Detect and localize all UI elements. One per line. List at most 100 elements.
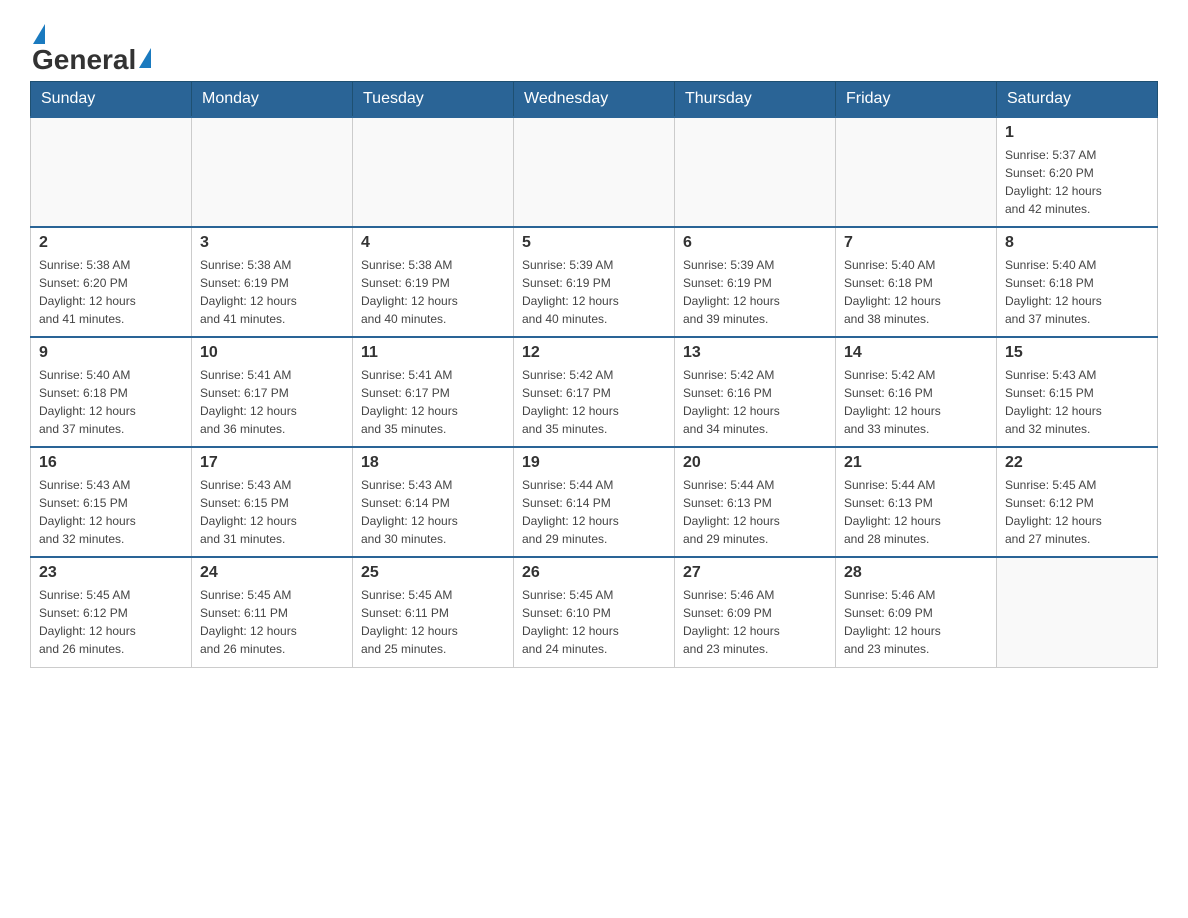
cell-w3-d2: 10 Sunrise: 5:41 AM Sunset: 6:17 PM Dayli… [192, 337, 353, 447]
day-info: Sunrise: 5:42 AM Sunset: 6:16 PM Dayligh… [844, 366, 988, 438]
day-info: Sunrise: 5:42 AM Sunset: 6:17 PM Dayligh… [522, 366, 666, 438]
day-info: Sunrise: 5:44 AM Sunset: 6:13 PM Dayligh… [844, 476, 988, 548]
day-info: Sunrise: 5:43 AM Sunset: 6:15 PM Dayligh… [39, 476, 183, 548]
logo-triangle-icon [33, 24, 45, 44]
cell-w5-d2: 24 Sunrise: 5:45 AM Sunset: 6:11 PM Dayli… [192, 557, 353, 667]
header-wednesday: Wednesday [514, 82, 675, 118]
day-info: Sunrise: 5:40 AM Sunset: 6:18 PM Dayligh… [844, 256, 988, 328]
day-number: 13 [683, 344, 827, 362]
day-number: 10 [200, 344, 344, 362]
cell-w3-d7: 15 Sunrise: 5:43 AM Sunset: 6:15 PM Dayli… [997, 337, 1158, 447]
day-info: Sunrise: 5:44 AM Sunset: 6:14 PM Dayligh… [522, 476, 666, 548]
cell-w5-d1: 23 Sunrise: 5:45 AM Sunset: 6:12 PM Dayli… [31, 557, 192, 667]
day-info: Sunrise: 5:40 AM Sunset: 6:18 PM Dayligh… [39, 366, 183, 438]
day-number: 26 [522, 564, 666, 582]
header-friday: Friday [836, 82, 997, 118]
cell-w2-d7: 8 Sunrise: 5:40 AM Sunset: 6:18 PM Daylig… [997, 227, 1158, 337]
logo: General [30, 20, 151, 71]
cell-w1-d1 [31, 117, 192, 227]
day-number: 17 [200, 454, 344, 472]
day-number: 7 [844, 234, 988, 252]
day-number: 3 [200, 234, 344, 252]
cell-w4-d5: 20 Sunrise: 5:44 AM Sunset: 6:13 PM Dayli… [675, 447, 836, 557]
cell-w1-d6 [836, 117, 997, 227]
day-number: 14 [844, 344, 988, 362]
day-number: 12 [522, 344, 666, 362]
cell-w4-d1: 16 Sunrise: 5:43 AM Sunset: 6:15 PM Dayli… [31, 447, 192, 557]
header-monday: Monday [192, 82, 353, 118]
day-info: Sunrise: 5:44 AM Sunset: 6:13 PM Dayligh… [683, 476, 827, 548]
cell-w5-d7 [997, 557, 1158, 667]
day-number: 20 [683, 454, 827, 472]
day-info: Sunrise: 5:45 AM Sunset: 6:12 PM Dayligh… [39, 586, 183, 658]
cell-w3-d1: 9Sunrise: 5:40 AM Sunset: 6:18 PM Daylig… [31, 337, 192, 447]
header-tuesday: Tuesday [353, 82, 514, 118]
page-header: General [30, 20, 1158, 71]
cell-w4-d4: 19 Sunrise: 5:44 AM Sunset: 6:14 PM Dayli… [514, 447, 675, 557]
cell-w3-d4: 12 Sunrise: 5:42 AM Sunset: 6:17 PM Dayli… [514, 337, 675, 447]
cell-w2-d5: 6 Sunrise: 5:39 AM Sunset: 6:19 PM Daylig… [675, 227, 836, 337]
day-number: 8 [1005, 234, 1149, 252]
day-number: 25 [361, 564, 505, 582]
cell-w1-d7: 1 Sunrise: 5:37 AM Sunset: 6:20 PM Daylig… [997, 117, 1158, 227]
cell-w5-d3: 25 Sunrise: 5:45 AM Sunset: 6:11 PM Dayli… [353, 557, 514, 667]
day-info: Sunrise: 5:38 AM Sunset: 6:20 PM Dayligh… [39, 256, 183, 328]
day-info: Sunrise: 5:41 AM Sunset: 6:17 PM Dayligh… [200, 366, 344, 438]
day-info: Sunrise: 5:42 AM Sunset: 6:16 PM Dayligh… [683, 366, 827, 438]
day-number: 16 [39, 454, 183, 472]
week-row-2: 2 Sunrise: 5:38 AM Sunset: 6:20 PM Daylig… [31, 227, 1158, 337]
cell-w4-d6: 21 Sunrise: 5:44 AM Sunset: 6:13 PM Dayli… [836, 447, 997, 557]
cell-w3-d5: 13 Sunrise: 5:42 AM Sunset: 6:16 PM Dayli… [675, 337, 836, 447]
header-sunday: Sunday [31, 82, 192, 118]
day-number: 23 [39, 564, 183, 582]
day-number: 11 [361, 344, 505, 362]
week-row-3: 9Sunrise: 5:40 AM Sunset: 6:18 PM Daylig… [31, 337, 1158, 447]
logo-arrow-icon [139, 48, 151, 68]
day-info: Sunrise: 5:39 AM Sunset: 6:19 PM Dayligh… [522, 256, 666, 328]
cell-w3-d6: 14 Sunrise: 5:42 AM Sunset: 6:16 PM Dayli… [836, 337, 997, 447]
cell-w2-d6: 7 Sunrise: 5:40 AM Sunset: 6:18 PM Daylig… [836, 227, 997, 337]
cell-w5-d5: 27 Sunrise: 5:46 AM Sunset: 6:09 PM Dayli… [675, 557, 836, 667]
cell-w1-d4 [514, 117, 675, 227]
day-number: 21 [844, 454, 988, 472]
day-info: Sunrise: 5:45 AM Sunset: 6:10 PM Dayligh… [522, 586, 666, 658]
day-info: Sunrise: 5:39 AM Sunset: 6:19 PM Dayligh… [683, 256, 827, 328]
day-number: 6 [683, 234, 827, 252]
day-number: 19 [522, 454, 666, 472]
day-info: Sunrise: 5:43 AM Sunset: 6:14 PM Dayligh… [361, 476, 505, 548]
day-number: 28 [844, 564, 988, 582]
day-number: 24 [200, 564, 344, 582]
cell-w3-d3: 11 Sunrise: 5:41 AM Sunset: 6:17 PM Dayli… [353, 337, 514, 447]
cell-w5-d6: 28 Sunrise: 5:46 AM Sunset: 6:09 PM Dayli… [836, 557, 997, 667]
day-info: Sunrise: 5:40 AM Sunset: 6:18 PM Dayligh… [1005, 256, 1149, 328]
cell-w4-d3: 18 Sunrise: 5:43 AM Sunset: 6:14 PM Dayli… [353, 447, 514, 557]
cell-w5-d4: 26 Sunrise: 5:45 AM Sunset: 6:10 PM Dayli… [514, 557, 675, 667]
day-info: Sunrise: 5:43 AM Sunset: 6:15 PM Dayligh… [1005, 366, 1149, 438]
day-info: Sunrise: 5:37 AM Sunset: 6:20 PM Dayligh… [1005, 146, 1149, 218]
day-info: Sunrise: 5:38 AM Sunset: 6:19 PM Dayligh… [361, 256, 505, 328]
calendar-table: SundayMondayTuesdayWednesdayThursdayFrid… [30, 81, 1158, 668]
cell-w4-d2: 17 Sunrise: 5:43 AM Sunset: 6:15 PM Dayli… [192, 447, 353, 557]
day-number: 15 [1005, 344, 1149, 362]
day-info: Sunrise: 5:46 AM Sunset: 6:09 PM Dayligh… [844, 586, 988, 658]
day-number: 2 [39, 234, 183, 252]
day-info: Sunrise: 5:46 AM Sunset: 6:09 PM Dayligh… [683, 586, 827, 658]
day-info: Sunrise: 5:45 AM Sunset: 6:11 PM Dayligh… [361, 586, 505, 658]
day-info: Sunrise: 5:41 AM Sunset: 6:17 PM Dayligh… [361, 366, 505, 438]
day-info: Sunrise: 5:43 AM Sunset: 6:15 PM Dayligh… [200, 476, 344, 548]
week-row-5: 23 Sunrise: 5:45 AM Sunset: 6:12 PM Dayli… [31, 557, 1158, 667]
cell-w1-d2 [192, 117, 353, 227]
cell-w2-d3: 4 Sunrise: 5:38 AM Sunset: 6:19 PM Daylig… [353, 227, 514, 337]
day-number: 22 [1005, 454, 1149, 472]
week-row-4: 16 Sunrise: 5:43 AM Sunset: 6:15 PM Dayli… [31, 447, 1158, 557]
calendar-header-row: SundayMondayTuesdayWednesdayThursdayFrid… [31, 82, 1158, 118]
day-info: Sunrise: 5:45 AM Sunset: 6:12 PM Dayligh… [1005, 476, 1149, 548]
day-info: Sunrise: 5:45 AM Sunset: 6:11 PM Dayligh… [200, 586, 344, 658]
day-number: 1 [1005, 124, 1149, 142]
day-number: 18 [361, 454, 505, 472]
day-number: 27 [683, 564, 827, 582]
header-saturday: Saturday [997, 82, 1158, 118]
cell-w2-d4: 5Sunrise: 5:39 AM Sunset: 6:19 PM Daylig… [514, 227, 675, 337]
day-number: 4 [361, 234, 505, 252]
logo-general-text2: General [32, 44, 136, 76]
